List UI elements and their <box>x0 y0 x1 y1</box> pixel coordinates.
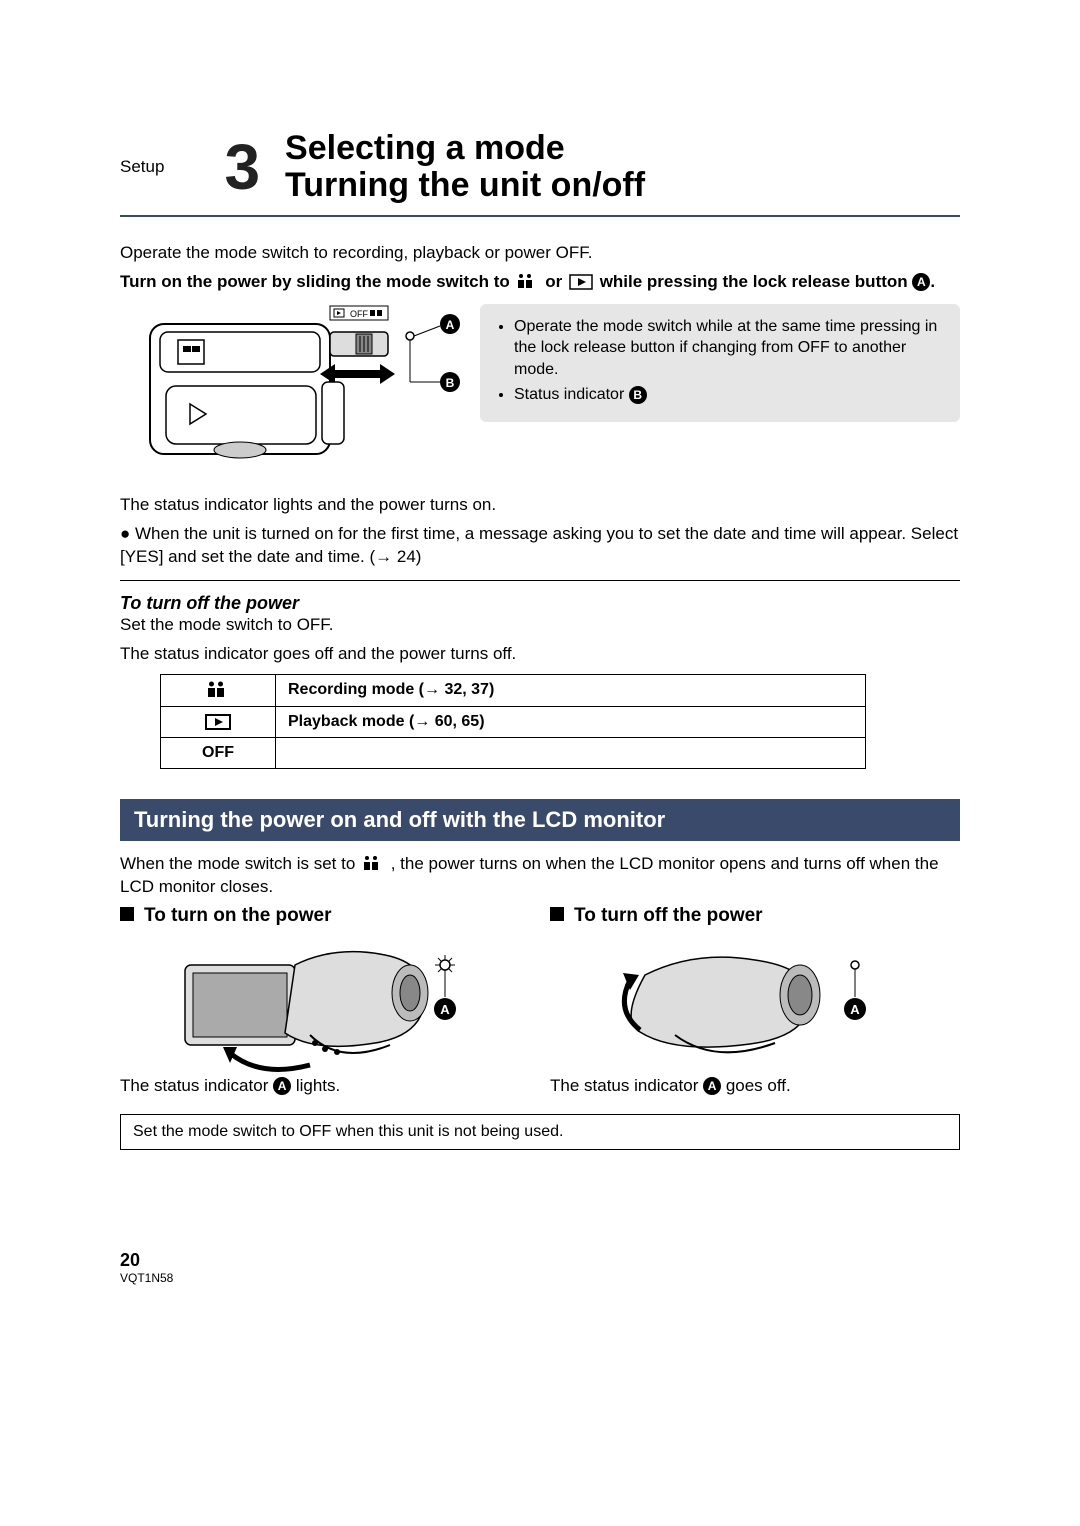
table-row: OFF <box>161 737 866 768</box>
info-box-container: Operate the mode switch while at the sam… <box>480 304 960 422</box>
text-fragment: When the unit is turned on for the first… <box>120 524 958 566</box>
record-icon <box>362 856 384 872</box>
title-line-1: Selecting a mode <box>285 130 645 167</box>
power-on-instruction: Turn on the power by sliding the mode sw… <box>120 271 960 294</box>
text-fragment: goes off. <box>726 1076 791 1095</box>
text-fragment: or <box>545 272 567 291</box>
svg-text:A: A <box>850 1002 860 1017</box>
turn-off-line: Set the mode switch to OFF. <box>120 614 960 637</box>
text-fragment: The status indicator <box>550 1076 703 1095</box>
svg-text:A: A <box>440 1002 450 1017</box>
manual-page: Setup 3 Selecting a mode Turning the uni… <box>0 0 1080 1345</box>
record-icon <box>205 681 231 699</box>
turn-off-line: The status indicator goes off and the po… <box>120 643 960 666</box>
off-label-cell: OFF <box>161 737 276 768</box>
note-box: Set the mode switch to OFF when this uni… <box>120 1114 960 1150</box>
column-left: To turn on the power <box>120 905 530 1104</box>
label-b-icon: B <box>629 386 647 404</box>
play-icon <box>569 274 593 290</box>
section-label: Setup <box>120 157 164 177</box>
label-a-icon: A <box>912 273 930 291</box>
svg-text:OFF: OFF <box>350 309 368 319</box>
table-row: Recording mode (→ 32, 37) <box>161 675 866 706</box>
two-column-layout: To turn on the power <box>120 905 960 1104</box>
camera-closed-illustration: A <box>550 935 960 1075</box>
mode-description: Playback mode (→ 60, 65) <box>276 706 866 737</box>
page-number: 20 <box>120 1250 960 1271</box>
text-fragment: When the mode switch is set to <box>120 854 360 873</box>
page-title: Selecting a mode Turning the unit on/off <box>285 130 645 205</box>
camera-open-illustration: A <box>120 935 530 1075</box>
play-icon <box>204 713 232 731</box>
illustration-caption: The status indicator A lights. <box>120 1075 530 1098</box>
svg-text:B: B <box>446 376 455 390</box>
text-fragment: Turn on the power by sliding the mode sw… <box>120 272 514 291</box>
status-text: The status indicator lights and the powe… <box>120 494 960 517</box>
mode-description <box>276 737 866 768</box>
text-fragment: The status indicator <box>120 1076 273 1095</box>
play-icon-cell <box>161 706 276 737</box>
intro-text: Operate the mode switch to recording, pl… <box>120 242 960 265</box>
illustration-caption: The status indicator A goes off. <box>550 1075 960 1098</box>
camera-diagram: OFF <box>120 304 460 474</box>
text-fragment: while pressing the lock release button <box>600 272 913 291</box>
title-line-2: Turning the unit on/off <box>285 167 645 204</box>
status-text: ● When the unit is turned on for the fir… <box>120 523 960 569</box>
record-icon-cell <box>161 675 276 706</box>
text-fragment: . <box>930 272 935 291</box>
text-fragment: lights. <box>296 1076 340 1095</box>
record-icon <box>516 274 538 290</box>
document-code: VQT1N58 <box>120 1271 960 1285</box>
section-heading: Turning the power on and off with the LC… <box>120 799 960 841</box>
turn-off-heading: To turn off the power <box>120 593 960 614</box>
sub-heading: To turn off the power <box>550 905 960 927</box>
column-right: To turn off the power A <box>550 905 960 1104</box>
diagram-row: OFF <box>120 304 960 474</box>
info-bullet: Status indicator B <box>514 384 944 406</box>
divider <box>120 580 960 581</box>
mode-table: Recording mode (→ 32, 37) Playback mode … <box>160 674 866 768</box>
info-box: Operate the mode switch while at the sam… <box>480 304 960 422</box>
step-number: 3 <box>224 135 260 199</box>
info-bullet: Operate the mode switch while at the sam… <box>514 316 944 381</box>
label-a-icon: A <box>703 1077 721 1095</box>
page-header: Setup 3 Selecting a mode Turning the uni… <box>120 130 960 217</box>
label-a-icon: A <box>273 1077 291 1095</box>
table-row: Playback mode (→ 60, 65) <box>161 706 866 737</box>
page-footer: 20 VQT1N58 <box>120 1250 960 1285</box>
lcd-text: When the mode switch is set to , the pow… <box>120 853 960 899</box>
text-fragment: Status indicator <box>514 386 629 403</box>
mode-description: Recording mode (→ 32, 37) <box>276 675 866 706</box>
sub-heading: To turn on the power <box>120 905 530 927</box>
svg-text:A: A <box>446 318 455 332</box>
